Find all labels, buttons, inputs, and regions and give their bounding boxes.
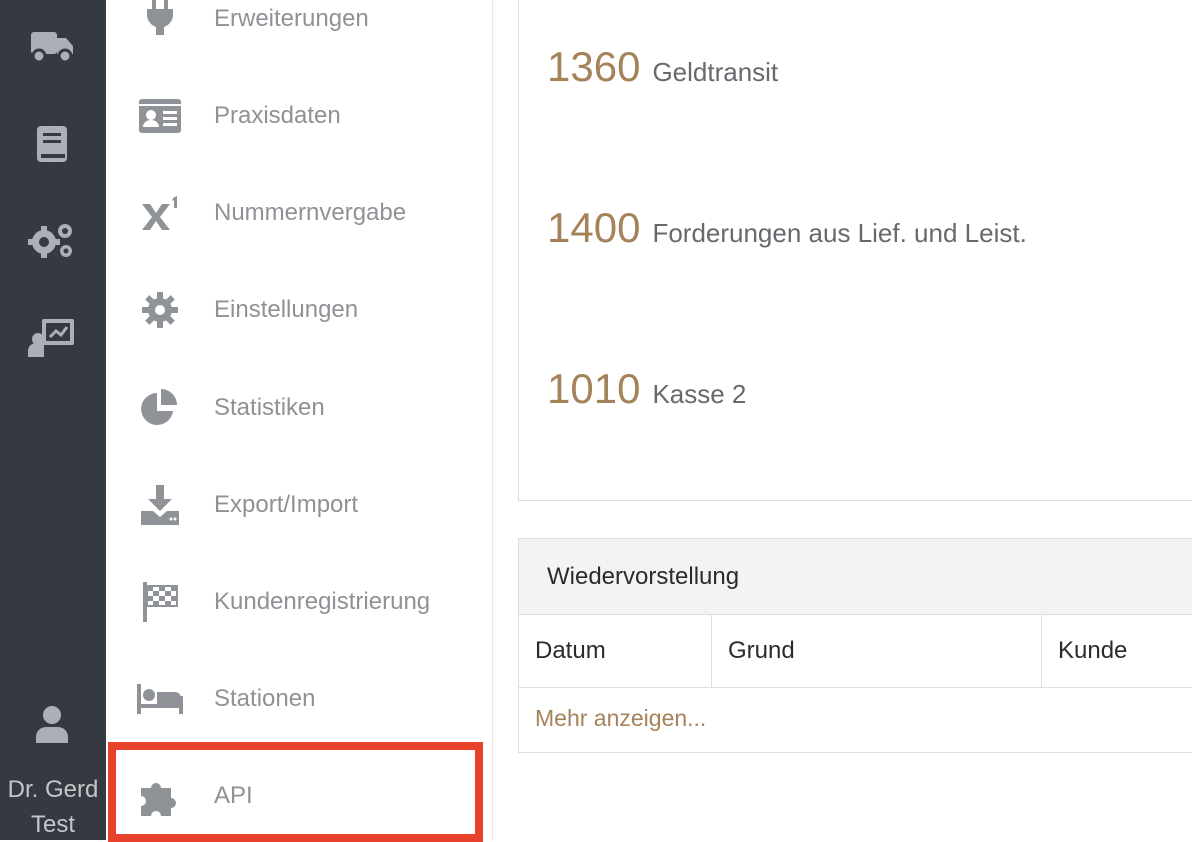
download-icon <box>136 481 184 529</box>
menu-item-nummernvergabe[interactable]: Nummernvergabe <box>106 183 492 243</box>
id-card-icon <box>136 92 184 140</box>
account-row[interactable]: 1360 Geldtransit <box>547 43 778 91</box>
book-icon[interactable] <box>27 122 77 166</box>
column-header-kunde[interactable]: Kunde <box>1042 615 1192 687</box>
menu-item-kundenregistrierung[interactable]: Kundenregistrierung <box>106 572 492 632</box>
menu-item-label: Stationen <box>214 685 316 712</box>
menu-item-label: Erweiterungen <box>214 5 369 32</box>
account-name: Geldtransit <box>652 57 779 87</box>
menu-item-erweiterungen[interactable]: Erweiterungen <box>106 0 492 49</box>
menu-item-einstellungen[interactable]: Einstellungen <box>106 280 492 340</box>
account-number: 1400 <box>547 204 641 251</box>
user-name[interactable]: Dr. Gerd Test <box>0 772 106 842</box>
truck-icon[interactable] <box>27 24 77 68</box>
account-name: Kasse 2 <box>652 379 747 409</box>
account-row[interactable]: 1010 Kasse 2 <box>547 365 746 413</box>
menu-item-label: Nummernvergabe <box>214 199 407 226</box>
column-header-grund[interactable]: Grund <box>712 615 1042 687</box>
menu-item-api[interactable]: API <box>106 766 492 826</box>
show-more-link[interactable]: Mehr anzeigen... <box>535 705 706 732</box>
table-header: Datum Grund Kunde <box>519 615 1192 688</box>
menu-item-stationen[interactable]: Stationen <box>106 669 492 729</box>
menu-item-statistiken[interactable]: Statistiken <box>106 378 492 438</box>
card-title: Wiedervorstellung <box>547 563 740 590</box>
account-number: 1360 <box>547 43 641 90</box>
gear-icon <box>136 286 184 334</box>
menu-item-label: Statistiken <box>214 394 325 421</box>
card-header: Wiedervorstellung <box>519 539 1192 615</box>
user-icon[interactable] <box>33 702 71 746</box>
settings-menu: Erweiterungen Praxisdaten Nummernvergabe <box>106 0 493 840</box>
puzzle-piece-icon <box>136 772 184 820</box>
chalkboard-teacher-icon[interactable] <box>27 315 77 359</box>
menu-item-label: Praxisdaten <box>214 102 341 129</box>
menu-item-label: Einstellungen <box>214 296 359 323</box>
checkered-flag-icon <box>136 578 184 626</box>
wiedervorstellung-card: Wiedervorstellung Datum Grund Kunde Mehr… <box>518 538 1192 753</box>
superscript-icon <box>136 189 184 237</box>
gears-icon[interactable] <box>27 218 77 262</box>
account-number: 1010 <box>547 365 641 412</box>
pie-chart-icon <box>136 384 184 432</box>
menu-item-export-import[interactable]: Export/Import <box>106 475 492 535</box>
account-row[interactable]: 1400 Forderungen aus Lief. und Leist. <box>547 204 1027 252</box>
menu-item-label: Export/Import <box>214 491 359 518</box>
bed-icon <box>136 675 184 723</box>
accounts-card: 1360 Geldtransit 1400 Forderungen aus Li… <box>518 0 1192 501</box>
column-header-datum[interactable]: Datum <box>519 615 712 687</box>
icon-rail: Dr. Gerd Test <box>0 0 106 840</box>
account-name: Forderungen aus Lief. und Leist. <box>652 218 1027 248</box>
menu-item-praxisdaten[interactable]: Praxisdaten <box>106 86 492 146</box>
plug-icon <box>136 0 184 43</box>
menu-item-label: API <box>214 782 253 809</box>
menu-item-label: Kundenregistrierung <box>214 588 431 615</box>
